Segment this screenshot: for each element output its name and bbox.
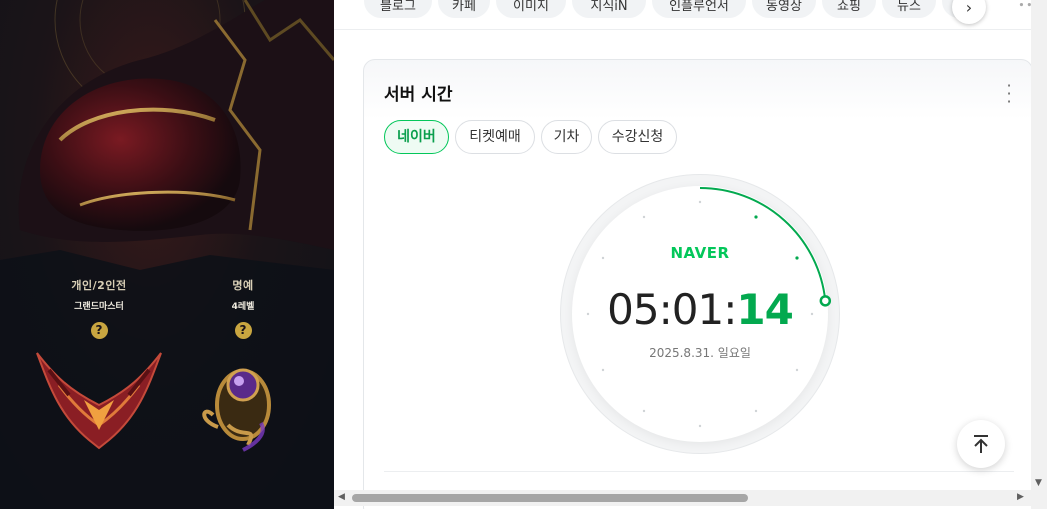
chip-influencer[interactable]: 인플루언서 (652, 0, 746, 18)
vertical-scrollbar[interactable]: ▼ (1031, 0, 1047, 509)
clock-tick-mark (754, 409, 758, 413)
honor-block: 명예 4레벨 ? (173, 277, 313, 459)
tab-train[interactable]: 기차 (541, 120, 592, 154)
honor-help-icon[interactable]: ? (234, 322, 252, 339)
rank-tier-label: 그랜드마스터 (74, 302, 124, 312)
chip-blog[interactable]: 블로그 (364, 0, 432, 18)
card-title: 서버 시간 (384, 85, 453, 105)
honor-label: 명예 (232, 279, 254, 292)
solo-rank-block: 개인/2인전 그랜드마스터 ? (29, 277, 169, 459)
server-clock: NAVER 05:01:14 2025.8.31. 일요일 (561, 175, 839, 453)
arrow-up-icon[interactable] (957, 420, 1005, 468)
chip-shopping[interactable]: 쇼핑 (822, 0, 876, 18)
clock-tick-mark (698, 424, 702, 428)
honor-emblem-icon (202, 368, 271, 452)
clock-tick-mark (642, 409, 646, 413)
clock-tick-mark (754, 215, 758, 219)
horizontal-scrollbar[interactable]: ◀ ▶ (334, 490, 1031, 506)
clock-hour-minute: 05:01: (607, 285, 737, 334)
chip-cafe[interactable]: 카페 (438, 0, 490, 18)
scroll-down-icon[interactable]: ▼ (1035, 478, 1042, 488)
server-time-card: 서버 시간 · · · 네이버 티켓예매 기차 수강신청 NAVER 05:01:1… (363, 59, 1033, 509)
tab-ticket[interactable]: 티켓예매 (455, 120, 535, 154)
tab-naver[interactable]: 네이버 (384, 120, 449, 154)
clock-tick-mark (795, 368, 799, 372)
chip-kin[interactable]: 지식iN (572, 0, 646, 18)
clock-brand-logo: NAVER (670, 244, 730, 262)
game-profile-panel: 개인/2인전 그랜드마스터 ? 명예 4레벨 ? (0, 0, 334, 509)
chip-image[interactable]: 이미지 (496, 0, 566, 18)
card-divider (384, 471, 1014, 472)
clock-tick-mark (601, 368, 605, 372)
clock-time: 05:01:14 (561, 285, 839, 334)
chip-video[interactable]: 동영상 (752, 0, 816, 18)
rank-queue-label: 개인/2인전 (71, 279, 127, 292)
clock-tick-mark (642, 215, 646, 219)
grandmaster-emblem-icon (36, 352, 162, 450)
tab-course-registration[interactable]: 수강신청 (598, 120, 677, 154)
chip-news[interactable]: 뉴스 (882, 0, 936, 18)
rank-help-icon[interactable]: ? (90, 322, 108, 339)
horizontal-scroll-thumb[interactable] (352, 494, 748, 502)
clock-date: 2025.8.31. 일요일 (649, 346, 751, 360)
vertical-dots-icon[interactable]: · · · (1004, 78, 1014, 110)
clock-tick-mark (698, 200, 702, 204)
scroll-right-icon[interactable]: ▶ (1017, 492, 1024, 502)
scroll-left-icon[interactable]: ◀ (338, 492, 345, 502)
honor-level-label: 4레벨 (231, 302, 255, 312)
search-results-page: 블로그 카페 이미지 지식iN 인플루언서 동영상 쇼핑 뉴스 어 › ∙∙ 서… (334, 0, 1047, 509)
chevron-right-icon[interactable]: › (952, 0, 986, 24)
clock-seconds: 14 (736, 285, 793, 334)
search-category-bar: 블로그 카페 이미지 지식iN 인플루언서 동영상 쇼핑 뉴스 어 › ∙∙ (334, 0, 1047, 30)
